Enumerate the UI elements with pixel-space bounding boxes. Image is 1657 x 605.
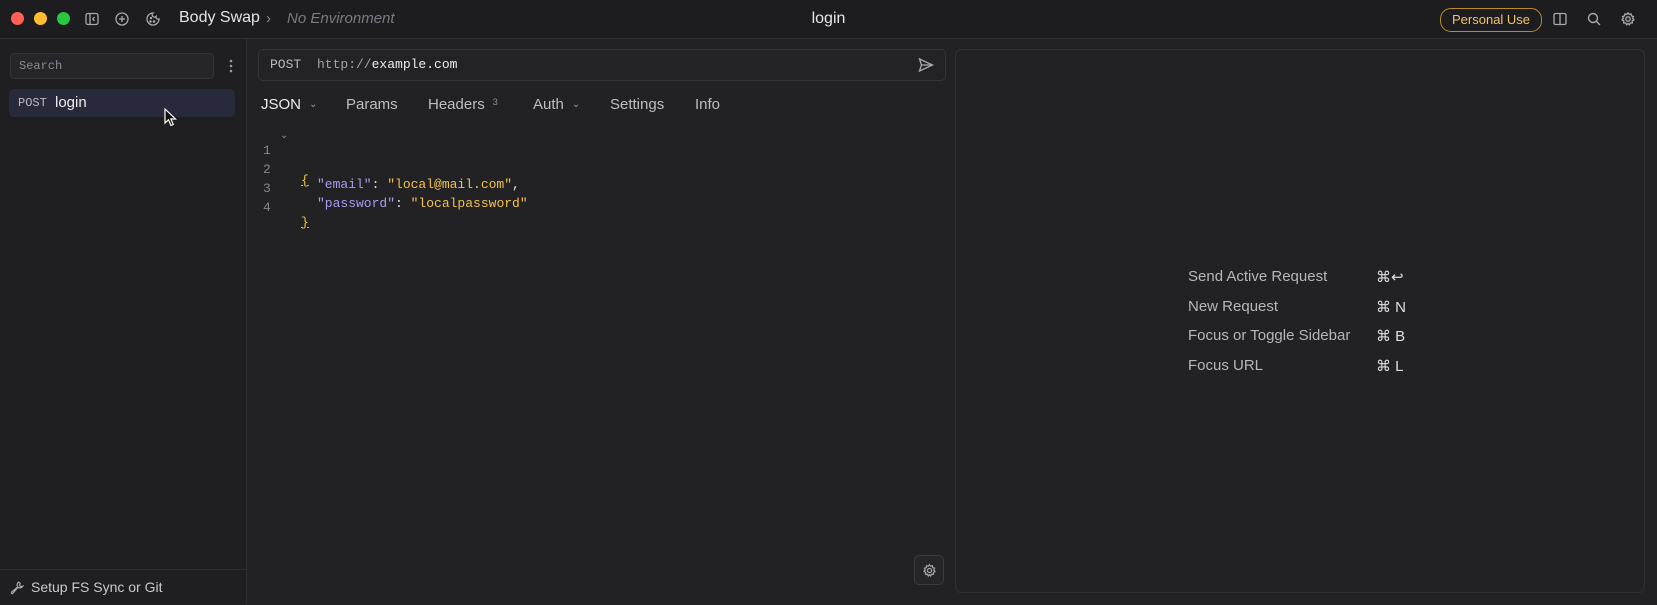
more-options-icon[interactable] <box>224 54 238 78</box>
open-brace: { <box>301 173 309 188</box>
sidebar: POST login Setup FS Sync or Git <box>0 39 247 604</box>
shortcut-send-label: Send Active Request <box>1188 268 1328 285</box>
shortcut-focus-url-label: Focus URL <box>1188 357 1264 374</box>
workspace-name[interactable]: Body Swap <box>179 9 260 27</box>
tab-headers[interactable]: Headers 3 <box>428 96 498 113</box>
code-content: "password": "localpassword" <box>317 196 528 211</box>
code-line: 4 } <box>258 185 309 230</box>
wrench-icon <box>10 581 24 595</box>
url-bar[interactable]: POST http://example.com <box>258 49 946 81</box>
code-line: 1 ⌄ { <box>258 128 309 188</box>
shortcut-sidebar-keys: ⌘ B <box>1376 328 1406 345</box>
environment-selector[interactable]: No Environment <box>287 10 395 27</box>
close-window-button[interactable] <box>11 12 24 25</box>
chevron-down-icon: ⌄ <box>309 99 318 110</box>
sync-setup-button[interactable]: Setup FS Sync or Git <box>0 569 246 605</box>
minimize-window-button[interactable] <box>34 12 47 25</box>
sidebar-toggle-icon[interactable] <box>83 10 101 28</box>
shortcut-focus-url-keys: ⌘ L <box>1376 358 1404 375</box>
shortcut-new-request-label: New Request <box>1188 298 1279 315</box>
url-protocol: http:// <box>317 57 372 72</box>
json-value: "local@mail.com" <box>387 177 513 192</box>
tab-settings[interactable]: Settings <box>610 96 664 113</box>
request-method-label: POST <box>18 96 47 110</box>
chevron-down-icon: ⌄ <box>571 99 581 110</box>
url-input[interactable]: http://example.com <box>317 57 457 72</box>
tab-json-label: JSON <box>261 96 302 113</box>
tab-json[interactable]: JSON ⌄ <box>261 96 317 113</box>
tab-info-label: Info <box>695 96 721 113</box>
close-brace: } <box>301 215 309 230</box>
zoom-window-button[interactable] <box>57 12 70 25</box>
tab-settings-label: Settings <box>610 96 665 113</box>
tab-info[interactable]: Info <box>695 96 720 113</box>
license-badge[interactable]: Personal Use <box>1440 8 1543 32</box>
tab-auth[interactable]: Auth ⌄ <box>533 96 580 113</box>
json-key: "email" <box>317 177 372 192</box>
json-key: "password" <box>317 196 396 211</box>
sidebar-request-login[interactable]: POST login <box>9 89 235 117</box>
gear-icon <box>922 563 936 577</box>
shortcut-send-keys: ⌘↩ <box>1376 269 1404 286</box>
search-icon[interactable] <box>1585 10 1603 28</box>
code-line: 2 "email": "local@mail.com", <box>258 147 520 192</box>
tab-headers-label: Headers <box>428 96 485 113</box>
title-bar: Body Swap › No Environment login Persona… <box>0 0 1657 39</box>
fold-chevron-icon[interactable]: ⌄ <box>280 130 288 142</box>
code-line: 3 "password": "localpassword" <box>258 166 528 211</box>
shortcut-new-request-keys: ⌘ N <box>1376 299 1406 316</box>
tab-params[interactable]: Params <box>346 96 398 113</box>
request-name-label: login <box>55 94 87 111</box>
tab-params-label: Params <box>346 96 398 113</box>
line-number: 4 <box>263 200 271 215</box>
method-selector[interactable]: POST <box>270 57 301 72</box>
tab-auth-label: Auth <box>533 96 564 113</box>
json-value: "localpassword" <box>410 196 528 211</box>
shortcut-sidebar-label: Focus or Toggle Sidebar <box>1188 327 1351 344</box>
add-circle-icon[interactable] <box>113 10 131 28</box>
json-separator: : <box>395 196 411 211</box>
code-content: "email": "local@mail.com", <box>317 177 520 192</box>
search-input[interactable] <box>10 53 214 79</box>
json-comma: , <box>512 177 520 192</box>
mouse-cursor-icon <box>164 108 177 127</box>
cookie-icon[interactable] <box>144 10 162 28</box>
headers-count: 3 <box>492 97 498 107</box>
send-icon[interactable] <box>917 56 935 74</box>
split-pane-icon[interactable] <box>1551 10 1569 28</box>
sync-setup-label: Setup FS Sync or Git <box>31 579 163 595</box>
json-separator: : <box>371 177 388 192</box>
url-host: example.com <box>371 57 458 72</box>
gear-icon[interactable] <box>1619 10 1637 28</box>
chevron-right-icon: › <box>266 10 271 27</box>
editor-settings-button[interactable] <box>914 555 944 585</box>
response-pane <box>955 49 1645 593</box>
